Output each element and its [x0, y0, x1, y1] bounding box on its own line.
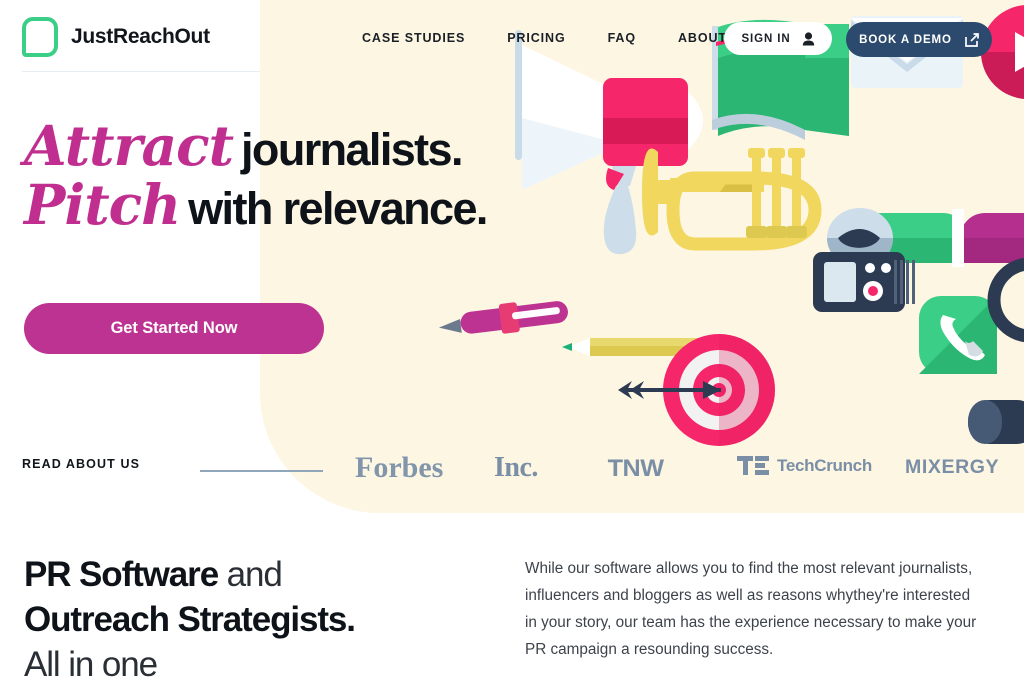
phone-app-illustration — [919, 296, 997, 374]
lower-title-thin-2: All in one — [24, 644, 158, 684]
hero-headline-line-1: Attract journalists. — [24, 118, 487, 173]
hero-script-attract: Attract — [24, 113, 234, 178]
get-started-label: Get Started Now — [110, 319, 238, 337]
press-logo-mixergy[interactable]: MIXERGY — [905, 456, 999, 479]
hero-headline: Attract journalists. Pitch with relevance. — [24, 118, 488, 236]
get-started-button[interactable]: Get Started Now — [24, 303, 324, 354]
sign-in-label: SIGN IN — [741, 32, 791, 45]
hero-script-pitch: Pitch — [24, 172, 181, 237]
external-link-icon — [965, 32, 979, 47]
press-logo-techcrunch-text: TechCrunch — [777, 456, 872, 475]
press-logo-forbes[interactable]: Forbes — [355, 451, 443, 485]
nav-item-about[interactable]: ABOUT — [678, 31, 727, 45]
lower-title-bold-1: PR Software — [24, 555, 219, 594]
sign-in-button[interactable]: SIGN IN — [724, 22, 832, 55]
user-icon — [802, 31, 814, 45]
nav-item-case-studies[interactable]: CASE STUDIES — [362, 31, 465, 45]
book-demo-label: BOOK A DEMO — [859, 33, 952, 46]
magenta-pen-illustration — [438, 301, 568, 334]
read-about-us-label: READ ABOUT US — [22, 457, 141, 471]
press-divider-line — [200, 470, 323, 472]
book-demo-button[interactable]: BOOK A DEMO — [846, 22, 992, 57]
press-logo-tnw[interactable]: TNW — [608, 455, 664, 483]
lower-section-paragraph: While our software allows you to find th… — [525, 560, 977, 658]
site-header: JustReachOut CASE STUDIES PRICING FAQ AB… — [0, 0, 1024, 78]
techcrunch-mark-icon — [737, 456, 769, 475]
brand-logo[interactable]: JustReachOut — [22, 17, 210, 57]
lower-title-bold-2: Outreach Strategists. — [24, 599, 356, 639]
header-divider — [22, 71, 260, 72]
hero-bold-journalists: journalists. — [241, 124, 463, 175]
microphone-illustration — [968, 400, 1024, 444]
hero-headline-line-2: Pitch with relevance. — [24, 177, 488, 234]
press-logo-techcrunch[interactable]: TechCrunch — [737, 456, 872, 476]
lower-title-thin-1: and — [218, 555, 283, 594]
main-navigation: CASE STUDIES PRICING FAQ ABOUT — [362, 31, 727, 45]
landing-page: JustReachOut CASE STUDIES PRICING FAQ AB… — [0, 0, 1024, 700]
voice-recorder-illustration — [813, 252, 915, 312]
lower-section: PR Software and Outreach Strategists. Al… — [0, 513, 1024, 700]
press-logos-strip: READ ABOUT US Forbes Inc. TNW TechCrunch… — [0, 448, 1024, 488]
press-logo-inc[interactable]: Inc. — [494, 452, 538, 484]
nav-item-pricing[interactable]: PRICING — [507, 31, 565, 45]
lower-section-title: PR Software and Outreach Strategists. Al… — [24, 553, 356, 687]
hero-bold-relevance: with relevance. — [188, 183, 488, 234]
brand-name: JustReachOut — [71, 25, 210, 48]
nav-item-faq[interactable]: FAQ — [608, 31, 636, 45]
rounded-square-outline-icon — [22, 17, 58, 57]
ring-illustration — [987, 257, 1024, 343]
